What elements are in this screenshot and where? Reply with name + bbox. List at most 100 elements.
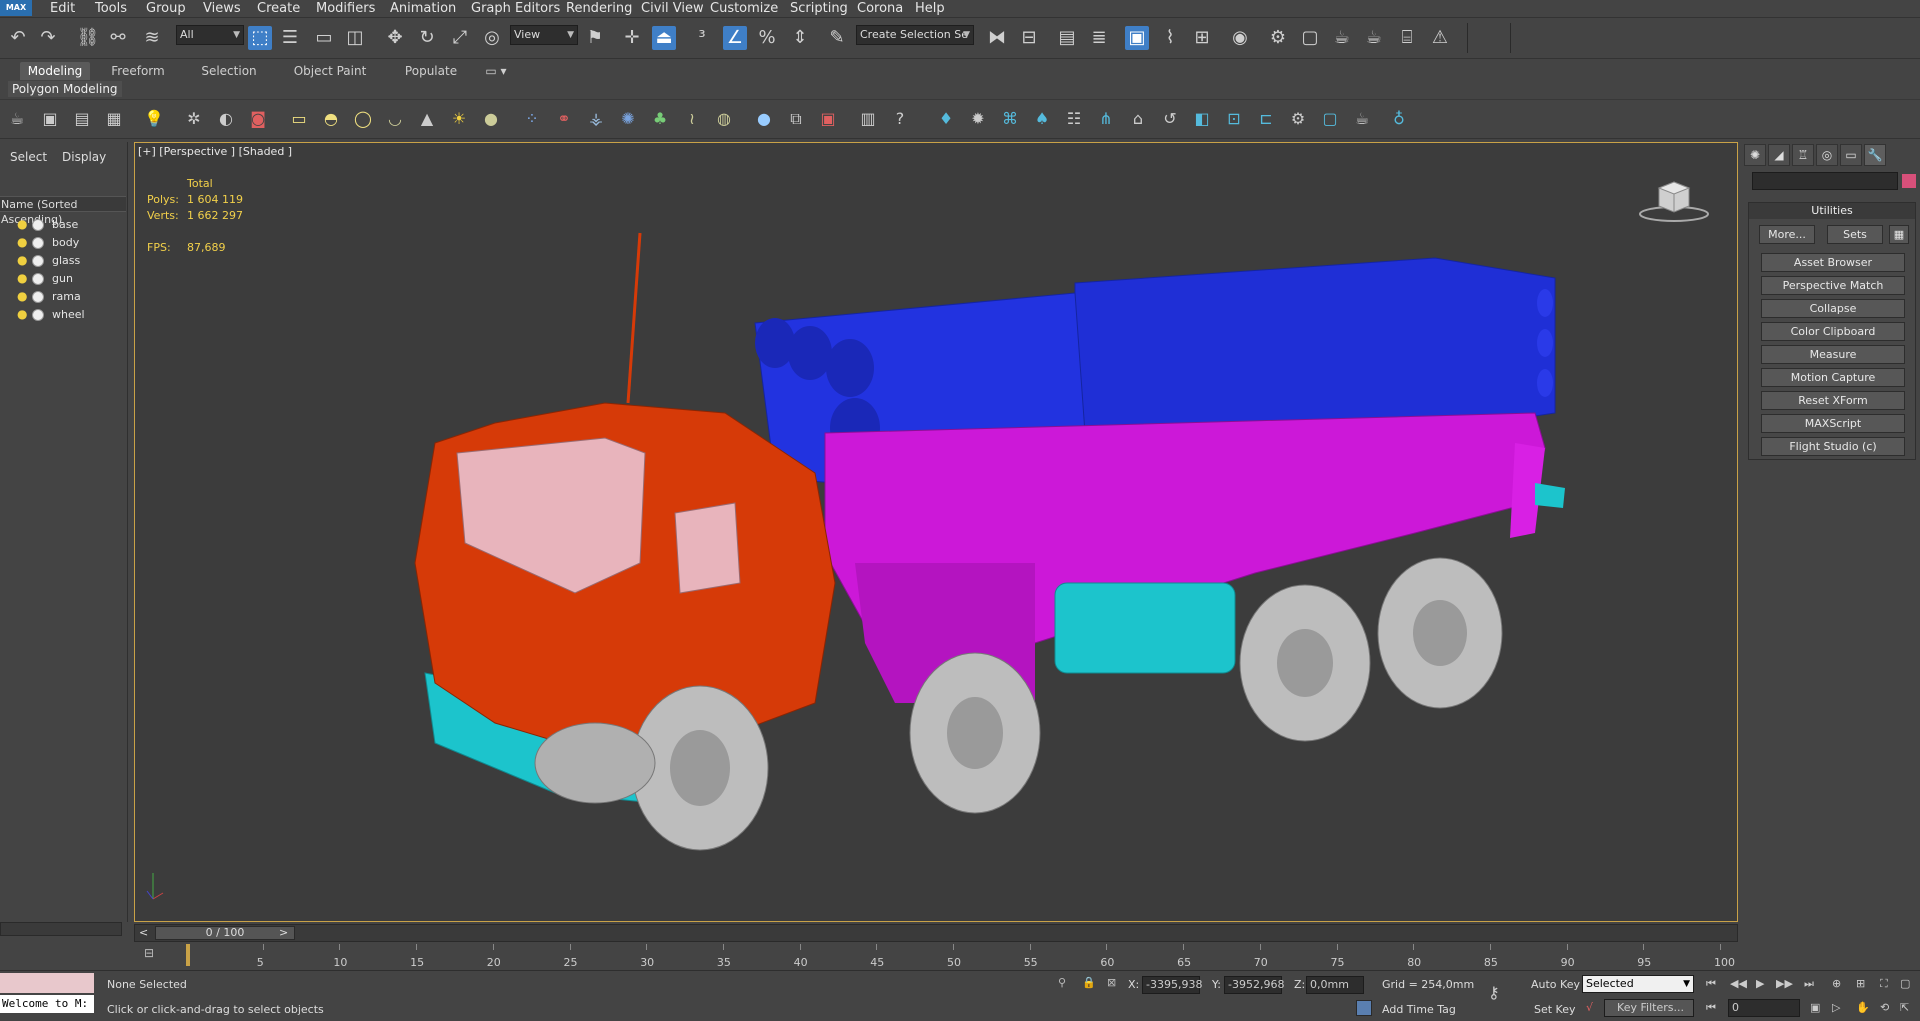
select-object-icon[interactable]: ⬚ bbox=[248, 26, 272, 50]
menu-civil-view[interactable]: Civil View bbox=[641, 1, 704, 16]
undo-icon[interactable]: ↶ bbox=[6, 26, 30, 50]
bowl-icon[interactable]: ◡ bbox=[384, 108, 406, 130]
utilities-tab-icon[interactable]: 🔧 bbox=[1864, 144, 1886, 166]
schematic-view-icon[interactable]: ⊞ bbox=[1190, 26, 1214, 50]
menu-views[interactable]: Views bbox=[203, 1, 241, 16]
x-coord-field[interactable]: -3395,938 bbox=[1142, 976, 1202, 994]
crop-icon[interactable]: ⊏ bbox=[1255, 108, 1277, 130]
visibility-icon[interactable] bbox=[32, 273, 44, 285]
curve-editor-icon[interactable]: ⌇ bbox=[1158, 26, 1182, 50]
light-bulb-icon[interactable]: ● bbox=[17, 234, 27, 251]
camera-icon[interactable]: ◙ bbox=[247, 108, 269, 130]
teapot-icon[interactable]: ☕ bbox=[6, 108, 28, 130]
app-logo[interactable]: MAX bbox=[0, 0, 32, 16]
hair-fur-icon[interactable]: ♠ bbox=[1031, 108, 1053, 130]
archive-icon[interactable]: ▥ bbox=[857, 108, 879, 130]
window-crossing-icon[interactable]: ◫ bbox=[343, 26, 367, 50]
bind-space-warp-icon[interactable]: ≋ bbox=[140, 26, 164, 50]
create-tab-icon[interactable]: ✺ bbox=[1744, 144, 1766, 166]
explorer-column-header[interactable]: Name (Sorted Ascending) bbox=[0, 196, 126, 226]
cab-body[interactable] bbox=[414, 232, 836, 764]
rotate-view-icon[interactable]: ↺ bbox=[1159, 108, 1181, 130]
mini-curve-editor-icon[interactable]: ⊟ bbox=[144, 946, 162, 962]
calculator-icon[interactable]: ▤ bbox=[71, 108, 93, 130]
set-key-mode-icon[interactable]: ⚷ bbox=[1488, 983, 1500, 1002]
maxscript-mini-listener[interactable]: Welcome to M: bbox=[0, 995, 94, 1013]
lightbulb-icon[interactable]: ♁ bbox=[1388, 108, 1410, 130]
track-bar[interactable]: ⊟ 5 10 15 20 25 30 35 40 45 50 55 60 65 70 75 80 85 90 95 1… bbox=[134, 944, 1738, 970]
maximize-toggle-icon[interactable]: ⇱ bbox=[1900, 1001, 1909, 1014]
angle-snap-icon[interactable]: ∠ bbox=[723, 26, 747, 50]
utility-color-clipboard-button[interactable]: Color Clipboard bbox=[1761, 322, 1905, 341]
displacement-icon[interactable]: ✺ bbox=[617, 108, 639, 130]
menu-help[interactable]: Help bbox=[915, 1, 945, 16]
light-bulb-icon[interactable]: ● bbox=[17, 270, 27, 287]
spinner-snap-icon[interactable]: ⇕ bbox=[788, 26, 812, 50]
field-of-view-icon[interactable]: ▷ bbox=[1832, 1001, 1840, 1014]
sphere-light-icon[interactable]: ◯ bbox=[352, 108, 374, 130]
time-slider[interactable]: < 0 / 100 > bbox=[134, 924, 1738, 942]
time-tag-icon[interactable] bbox=[1356, 1000, 1372, 1016]
scene-object-row[interactable]: ● rama bbox=[0, 288, 122, 305]
render-iterative-icon[interactable]: ☕ bbox=[1362, 26, 1386, 50]
region-icon[interactable]: ⊡ bbox=[1223, 108, 1245, 130]
time-slider-thumb[interactable]: 0 / 100 bbox=[155, 926, 295, 940]
scene-explorer-icon[interactable]: ▣ bbox=[1125, 26, 1149, 50]
ribbon-options-icon[interactable]: ▭ ▾ bbox=[482, 62, 510, 80]
light-list-icon[interactable]: 💡 bbox=[143, 108, 165, 130]
render-production-icon[interactable]: ☕ bbox=[1330, 26, 1354, 50]
grass-icon[interactable]: ♣ bbox=[649, 108, 671, 130]
material-library-icon[interactable]: ⧉ bbox=[785, 108, 807, 130]
tab-populate[interactable]: Populate bbox=[400, 62, 462, 80]
material-editor-icon[interactable]: ◉ bbox=[1228, 26, 1252, 50]
previous-frame-icon[interactable]: ◀◀ bbox=[1730, 977, 1747, 990]
utility-measure-button[interactable]: Measure bbox=[1761, 345, 1905, 364]
table-icon[interactable]: ☷ bbox=[1063, 108, 1085, 130]
current-frame-marker[interactable] bbox=[186, 944, 190, 966]
utility-maxscript-button[interactable]: MAXScript bbox=[1761, 414, 1905, 433]
utility-collapse-button[interactable]: Collapse bbox=[1761, 299, 1905, 318]
key-selection-dropdown[interactable]: Selected ▼ bbox=[1582, 975, 1694, 993]
selection-filter-dropdown[interactable]: All ▼ bbox=[176, 25, 244, 45]
menu-edit[interactable]: Edit bbox=[50, 1, 75, 16]
modify-tab-icon[interactable]: ◢ bbox=[1768, 144, 1790, 166]
mirror-icon[interactable]: ⧓ bbox=[985, 26, 1009, 50]
tag-icon[interactable]: ⌂ bbox=[1127, 108, 1149, 130]
move-icon[interactable]: ✥ bbox=[383, 26, 407, 50]
converter-icon[interactable]: ▣ bbox=[817, 108, 839, 130]
zoom-icon[interactable]: ⊕ bbox=[1832, 977, 1841, 990]
sets-button[interactable]: Sets bbox=[1827, 225, 1883, 244]
light-bulb-icon[interactable]: ● bbox=[17, 216, 27, 233]
help-icon[interactable]: ? bbox=[889, 108, 911, 130]
selection-lock-icon[interactable]: 🔒 bbox=[1082, 976, 1096, 989]
tab-modeling[interactable]: Modeling bbox=[20, 62, 90, 80]
time-slider-next[interactable]: > bbox=[279, 926, 288, 939]
explorer-tab-display[interactable]: Display bbox=[62, 150, 106, 164]
disc-icon[interactable]: ● bbox=[480, 108, 502, 130]
tab-freeform[interactable]: Freeform bbox=[105, 62, 171, 80]
plane-light-icon[interactable]: ▭ bbox=[288, 108, 310, 130]
menu-animation[interactable]: Animation bbox=[390, 1, 456, 16]
frame-buffer-icon[interactable]: ◧ bbox=[1191, 108, 1213, 130]
more-button[interactable]: More... bbox=[1759, 225, 1815, 244]
menu-modifiers[interactable]: Modifiers bbox=[316, 1, 375, 16]
visibility-icon[interactable] bbox=[32, 291, 44, 303]
align-icon[interactable]: ⊟ bbox=[1017, 26, 1041, 50]
link-icon[interactable]: ⛓ bbox=[76, 26, 100, 50]
sun-icon[interactable]: ☀ bbox=[448, 108, 470, 130]
polygon-modeling-panel[interactable]: Polygon Modeling bbox=[8, 81, 122, 97]
object-color-swatch[interactable] bbox=[1902, 174, 1916, 188]
grid-table-icon[interactable]: ▦ bbox=[103, 108, 125, 130]
key-filters-button[interactable]: Key Filters... bbox=[1604, 999, 1694, 1017]
tab-object-paint[interactable]: Object Paint bbox=[290, 62, 370, 80]
explorer-tab-select[interactable]: Select bbox=[10, 150, 47, 164]
utility-perspective-match-button[interactable]: Perspective Match bbox=[1761, 276, 1905, 295]
placement-icon[interactable]: ◎ bbox=[480, 26, 504, 50]
scene-object-row[interactable]: ● body bbox=[0, 234, 122, 251]
percent-snap-icon[interactable]: % bbox=[755, 26, 779, 50]
tab-selection[interactable]: Selection bbox=[193, 62, 265, 80]
decal-icon[interactable]: ◍ bbox=[713, 108, 735, 130]
menu-customize[interactable]: Customize bbox=[710, 1, 778, 16]
flame-icon[interactable]: ⋔ bbox=[1095, 108, 1117, 130]
photometric-light-icon[interactable]: ♦ bbox=[935, 108, 957, 130]
